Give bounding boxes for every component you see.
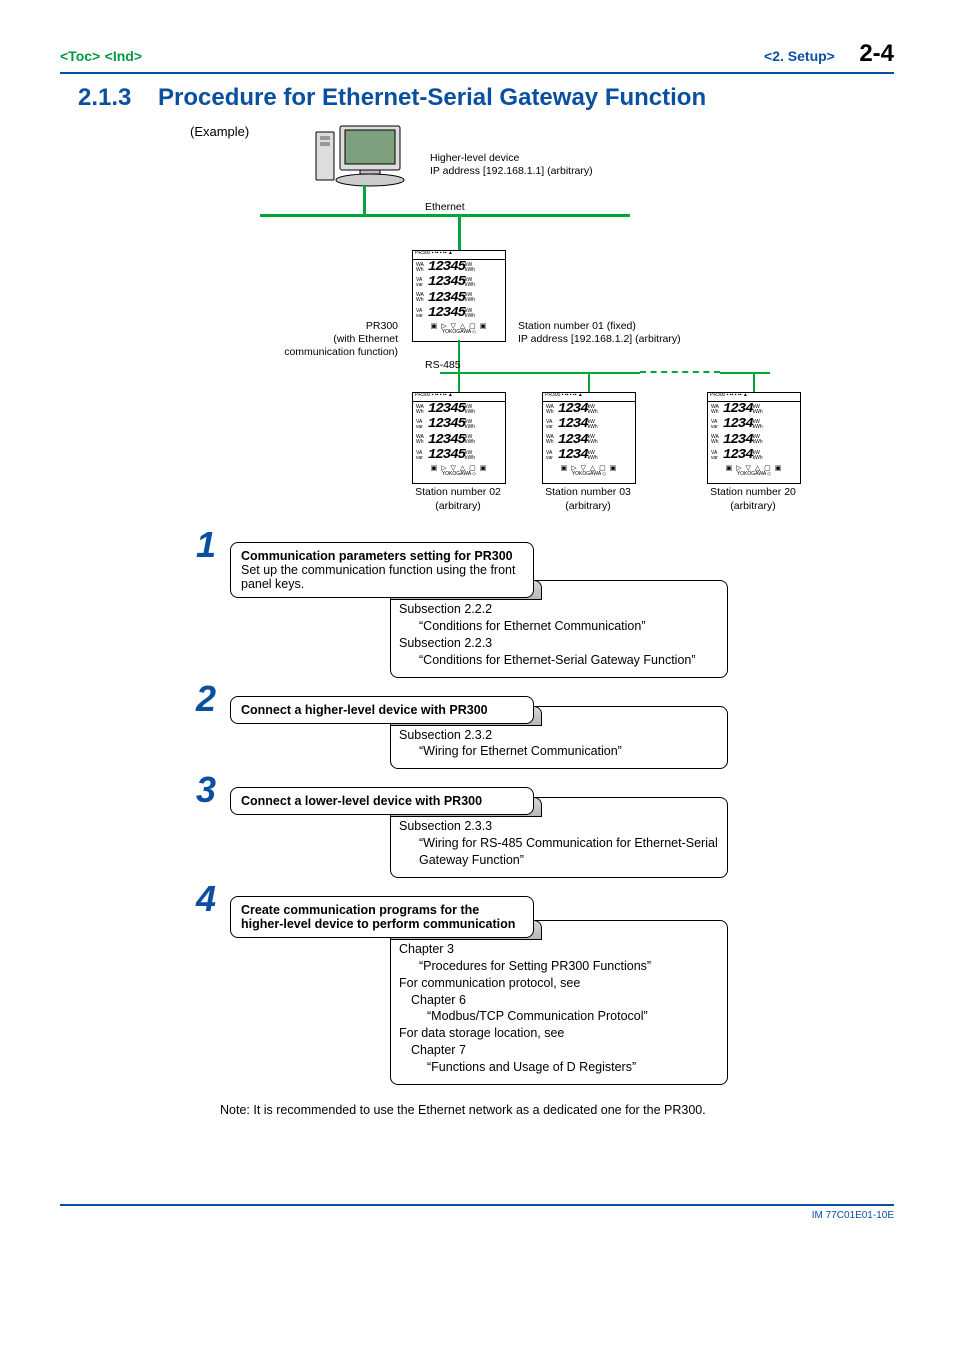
step4-see: See Chapter 3 “Procedures for Setting PR… bbox=[390, 920, 728, 1085]
ethernet-drop-pr300 bbox=[458, 214, 461, 252]
rs485-label: RS-485 bbox=[425, 359, 461, 372]
pr300-station02: PR300 ▪ ▪▪ ▪ ▪▪ ▲ WAWh12345kWkWh VAvar12… bbox=[412, 392, 506, 484]
pr300-station20: PR300 ▪ ▪▪ ▪ ▪▪ ▲ WAWh1234kWkWh VAvar123… bbox=[707, 392, 801, 484]
station20-caption: Station number 20(arbitrary) bbox=[695, 486, 811, 513]
step-number-1: 1 bbox=[196, 524, 216, 566]
rs485-trunk-dashed bbox=[640, 371, 720, 373]
rs485-trunk-end bbox=[720, 372, 770, 374]
rs485-drop-20 bbox=[753, 372, 755, 392]
toc-link[interactable]: <Toc> bbox=[60, 48, 100, 64]
section-number: 2.1.3 bbox=[78, 84, 158, 112]
example-label: (Example) bbox=[190, 124, 249, 139]
section-link[interactable]: <2. Setup> bbox=[764, 48, 835, 64]
pr300-master-device: PR300 ▪ ▪▪ ▪ ▪▪ ▲ WAWh12345kWkWh VAvar12… bbox=[412, 250, 506, 342]
topology-diagram: (Example) Higher-level device IP address… bbox=[230, 122, 870, 542]
rs485-trunk bbox=[440, 372, 640, 374]
rs485-drop-03 bbox=[588, 372, 590, 392]
station01-label: Station number 01 (fixed) IP address [19… bbox=[518, 320, 681, 346]
ethernet-drop-pc bbox=[363, 185, 366, 215]
footer-rule bbox=[60, 1204, 894, 1206]
page-number: 2-4 bbox=[859, 40, 894, 67]
step-3: 3 Connect a lower-level device with PR30… bbox=[230, 787, 830, 878]
step3-title: Connect a lower-level device with PR300 bbox=[241, 794, 482, 808]
step1-body: Set up the communication function using … bbox=[241, 563, 515, 591]
footnote: Note: It is recommended to use the Ether… bbox=[220, 1103, 894, 1117]
step-2: 2 Connect a higher-level device with PR3… bbox=[230, 696, 830, 770]
step-4: 4 Create communication programs for the … bbox=[230, 896, 830, 1085]
pr300-station03: PR300 ▪ ▪▪ ▪ ▪▪ ▲ WAWh1234kWkWh VAvar123… bbox=[542, 392, 636, 484]
ethernet-label: Ethernet bbox=[425, 201, 465, 214]
higher-device-label: Higher-level device IP address [192.168.… bbox=[430, 152, 593, 178]
station02-caption: Station number 02(arbitrary) bbox=[400, 486, 516, 513]
footer: IM 77C01E01-10E bbox=[60, 1196, 894, 1221]
procedure-steps: 1 Communication parameters setting for P… bbox=[230, 542, 830, 1085]
step1-title: Communication parameters setting for PR3… bbox=[241, 549, 513, 563]
ethernet-trunk bbox=[260, 214, 630, 217]
rs485-drop-02 bbox=[458, 372, 460, 392]
document-id: IM 77C01E01-10E bbox=[60, 1210, 894, 1221]
ind-link[interactable]: <Ind> bbox=[105, 48, 142, 64]
section-title: 2.1.3Procedure for Ethernet-Serial Gatew… bbox=[78, 84, 894, 112]
pr300-label: PR300 (with Ethernet communication funct… bbox=[220, 320, 398, 359]
step2-title: Connect a higher-level device with PR300 bbox=[241, 703, 488, 717]
step-number-4: 4 bbox=[196, 878, 216, 920]
header-rule bbox=[60, 72, 894, 74]
station03-caption: Station number 03(arbitrary) bbox=[530, 486, 646, 513]
step-number-2: 2 bbox=[196, 678, 216, 720]
step-1: 1 Communication parameters setting for P… bbox=[230, 542, 830, 678]
higher-level-device-icon bbox=[310, 122, 410, 202]
step-number-3: 3 bbox=[196, 769, 216, 811]
step4-title: Create communication programs for the hi… bbox=[241, 903, 515, 931]
